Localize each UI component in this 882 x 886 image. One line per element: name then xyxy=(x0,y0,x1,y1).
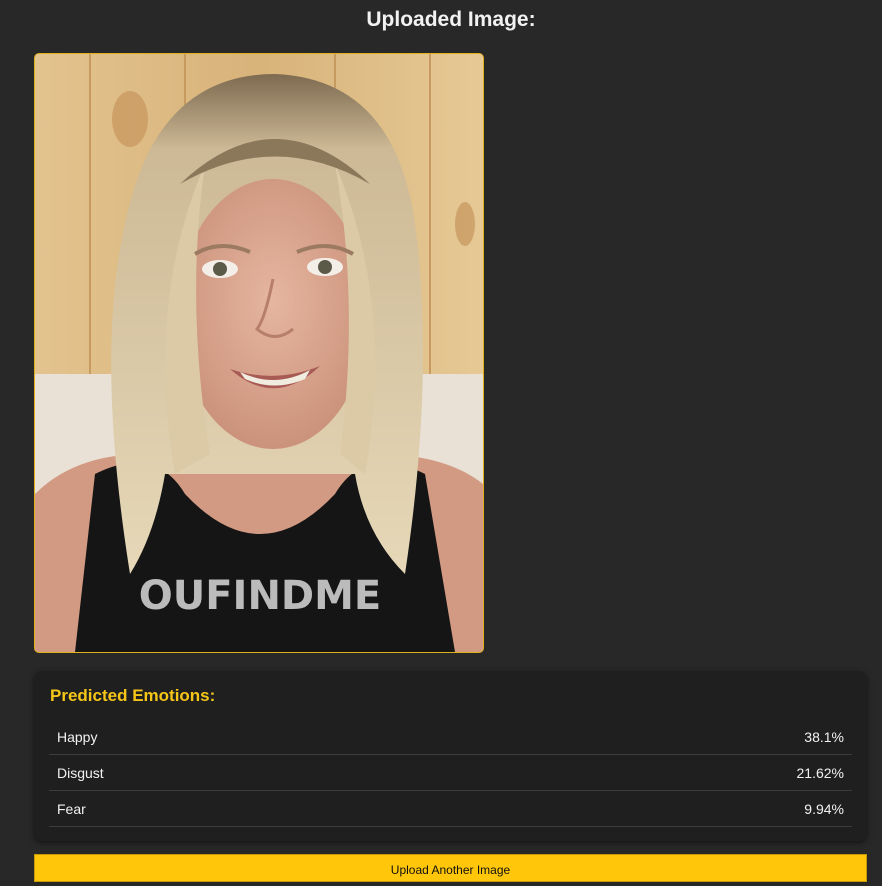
predicted-emotions-panel: Predicted Emotions: Happy 38.1% Disgust … xyxy=(34,671,867,841)
svg-text:OUFINDME: OUFINDME xyxy=(139,573,382,619)
portrait-image: OUFINDME xyxy=(35,54,483,652)
emotion-row: Fear 9.94% xyxy=(49,791,852,827)
emotion-label: Disgust xyxy=(57,765,104,781)
page-title: Uploaded Image: xyxy=(366,8,536,31)
emotion-row: Disgust 21.62% xyxy=(49,755,852,791)
uploaded-photo: OUFINDME xyxy=(34,53,484,653)
emotion-row: Happy 38.1% xyxy=(49,719,852,755)
emotion-percentage: 9.94% xyxy=(804,801,844,817)
emotions-table: Happy 38.1% Disgust 21.62% Fear 9.94% xyxy=(49,719,852,827)
upload-another-image-button[interactable]: Upload Another Image xyxy=(34,854,867,882)
emotion-label: Happy xyxy=(57,729,98,745)
page: Uploaded Image: OUFINDME Predicted Emoti… xyxy=(0,0,882,886)
emotion-percentage: 21.62% xyxy=(796,765,844,781)
predicted-emotions-title: Predicted Emotions: xyxy=(50,686,216,705)
emotion-percentage: 38.1% xyxy=(804,729,844,745)
emotion-label: Fear xyxy=(57,801,86,817)
